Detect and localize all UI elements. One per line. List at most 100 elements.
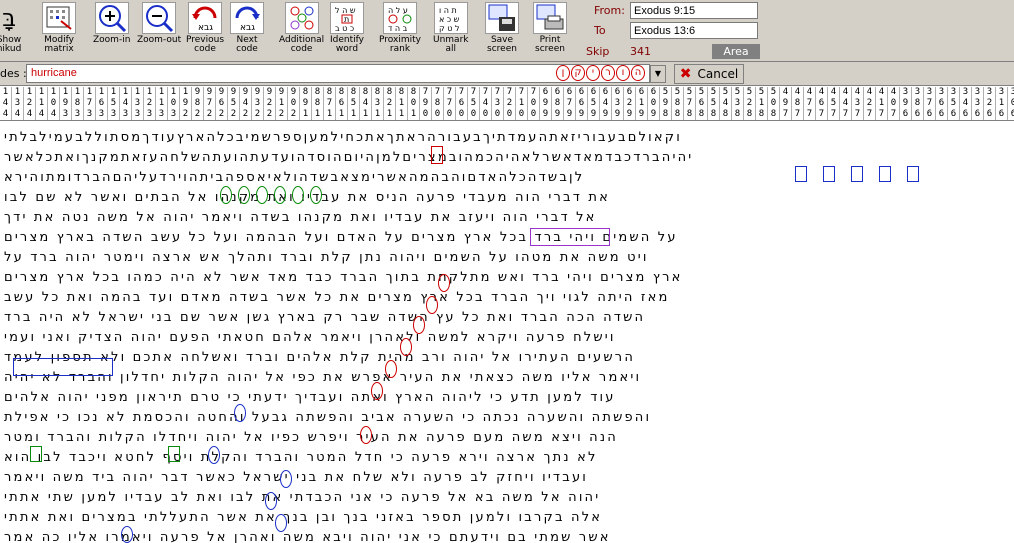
close-icon: ✖: [679, 66, 692, 82]
matrix-row[interactable]: על השמים ויהי ברד בכל ארץ מצרים על האדם …: [0, 228, 1014, 248]
svg-text:ש כ א: ש כ א: [439, 15, 460, 24]
column-number: 4 1 7: [876, 87, 888, 120]
matrix-row[interactable]: אלה בקרבו ולמען תספר באזני בנך ובן בנך א…: [0, 508, 1014, 528]
column-number: 9 5 2: [228, 87, 240, 120]
column-number: 6 0 9: [648, 87, 660, 120]
matrix-row[interactable]: את דברי הוה מעבדי פרעה הניס את עבדיו ואת…: [0, 188, 1014, 208]
column-number: 1 9 3: [60, 87, 72, 120]
code-letter-circles: ן ק י ר ו ה: [556, 65, 645, 81]
code-letter: ק: [571, 65, 585, 81]
column-number: 4 2 7: [864, 87, 876, 120]
matrix-row[interactable]: וישלח פרעה ויקרא למשה ולאהרן ויאמר אלהם …: [0, 328, 1014, 348]
column-number: 9 0 2: [288, 87, 300, 120]
matrix-row[interactable]: ויאמר אליו משה כצאתי את העיר אפרש את כפי…: [0, 368, 1014, 388]
column-number: 5 9 8: [660, 87, 672, 120]
proximity-rank-button[interactable]: ע ל ה ב ה ד Proximity rank: [379, 2, 421, 60]
codes-dropdown-button[interactable]: ▼: [650, 65, 666, 83]
previous-code-label: Previous code: [186, 35, 225, 54]
skip-value: 341: [630, 45, 651, 58]
matrix-row[interactable]: יהיהברדכבדמאדאשרלאהיהכמהובמצריםלמןהיוםהו…: [0, 148, 1014, 168]
zoom-out-button[interactable]: Zoom-out: [137, 2, 181, 60]
matrix-row[interactable]: ויט משה את מטהו על השמים ויהוה נתן קלת ו…: [0, 248, 1014, 268]
matrix-row[interactable]: ועבדיו ויחזק לב פרעה ולא שלח את בני ישרא…: [0, 468, 1014, 488]
matrix-row[interactable]: אשר שמתי בם וידעתם כי אני יהוה ויבא משה …: [0, 528, 1014, 543]
column-number: 5 1 8: [756, 87, 768, 120]
svg-text:ב ה ד: ב ה ד: [388, 24, 408, 33]
previous-code-icon: גבא: [188, 2, 223, 34]
identify-word-button[interactable]: ש ה לתכ ט ב Identify word: [330, 2, 364, 60]
column-number: 1 8 3: [72, 87, 84, 120]
column-number: 7 7 0: [444, 87, 456, 120]
matrix-row[interactable]: השדה הכה הברד ואת כל עץ השדה שבר רק בארץ…: [0, 308, 1014, 328]
matrix-row[interactable]: מאז היתה לגוי ויך הברד בכל ארץ מצרים את …: [0, 288, 1014, 308]
column-number: 6 1 9: [636, 87, 648, 120]
show-nikud-button[interactable]: בָּ Show nikud: [0, 2, 24, 60]
code-letter: י: [586, 65, 600, 81]
svg-text:גבא: גבא: [198, 23, 213, 32]
codes-label: des :: [0, 67, 27, 80]
matrix-row[interactable]: לא נתך ארצה וירא פרעה כי חדל המטר והברד …: [0, 448, 1014, 468]
matrix-row[interactable]: לןבשדהכלהאדםוהבהמהאשרימצאבשדהולאיאספהבית…: [0, 168, 1014, 188]
column-number: 9 3 2: [252, 87, 264, 120]
column-number: 3 7 6: [924, 87, 936, 120]
column-number: 7 1 0: [516, 87, 528, 120]
column-number: 8 5 1: [348, 87, 360, 120]
column-number: 8 1 1: [396, 87, 408, 120]
additional-code-label: Additional code: [279, 35, 325, 54]
column-number: 4 5 7: [828, 87, 840, 120]
column-number: 5 8 8: [672, 87, 684, 120]
column-number: 3 5 6: [948, 87, 960, 120]
previous-code-button[interactable]: גבא Previous code: [186, 2, 224, 60]
column-number: 3 6 6: [936, 87, 948, 120]
print-screen-button[interactable]: Print screen: [533, 2, 567, 60]
save-screen-button[interactable]: Save screen: [485, 2, 519, 60]
column-number: 9 6 2: [216, 87, 228, 120]
unmark-all-button[interactable]: ת ה וש כ אל ט ק Unmark all: [433, 2, 469, 60]
column-number: 1 3 3: [132, 87, 144, 120]
column-number: 7 4 0: [480, 87, 492, 120]
column-number: 1 6 3: [96, 87, 108, 120]
matrix-row[interactable]: וקאולםבעבוריזאתהעמדתיךבעבורהראתךאתכחילמע…: [0, 128, 1014, 148]
from-label: From:: [594, 4, 625, 17]
column-number: 4 3 7: [852, 87, 864, 120]
svg-text:ת: ת: [344, 15, 349, 24]
next-code-label: Next code: [236, 35, 258, 54]
column-number: 6 2 9: [624, 87, 636, 120]
column-number-header: 1 4 41 3 41 2 41 1 41 0 41 9 31 8 31 7 3…: [0, 87, 1014, 121]
zoom-in-button[interactable]: Zoom-in: [93, 2, 130, 60]
matrix-row[interactable]: הרשעים העתירו אל יהוה ורב מהית קלת אלהים…: [0, 348, 1014, 368]
matrix-row[interactable]: אל דברי הוה ויעזב את עבדיו ואת מקנהו בשד…: [0, 208, 1014, 228]
column-number: 8 8 1: [312, 87, 324, 120]
modify-matrix-icon: [42, 2, 76, 34]
column-number: 1 1 4: [36, 87, 48, 120]
column-number: 1 0 4: [48, 87, 60, 120]
unmark-all-icon: ת ה וש כ אל ט ק: [433, 2, 468, 34]
to-field[interactable]: Exodus 13:6: [630, 22, 758, 39]
modify-matrix-label: Modify matrix: [44, 35, 74, 54]
additional-code-button[interactable]: Additional code: [279, 2, 324, 60]
modify-matrix-button[interactable]: Modify matrix: [42, 2, 76, 60]
cancel-button[interactable]: ✖ Cancel: [674, 64, 744, 84]
to-label: To: [594, 24, 606, 37]
column-number: 4 7 7: [804, 87, 816, 120]
print-screen-icon: [533, 2, 567, 34]
next-code-button[interactable]: גבא Next code: [230, 2, 264, 60]
matrix-row[interactable]: הנה ויצא משה מעם פרעה את העיר ויפרש כפיו…: [0, 428, 1014, 448]
matrix-row[interactable]: ארץ מצרים ויהי ברד ואש מתלקחת בתוך הברד …: [0, 268, 1014, 288]
area-button[interactable]: Area: [712, 44, 760, 59]
column-number: 1 0 3: [168, 87, 180, 120]
zoom-out-label: Zoom-out: [137, 35, 182, 45]
column-number: 5 6 8: [696, 87, 708, 120]
column-number: 7 0 0: [528, 87, 540, 120]
column-number: 9 1 2: [276, 87, 288, 120]
zoom-in-label: Zoom-in: [93, 35, 131, 45]
matrix-row[interactable]: יהוה אל משה בא אל פרעה כי אני הכבדתי את …: [0, 488, 1014, 508]
matrix-row[interactable]: והפשתה והשערה נכתה כי השערה אביב והפשתה …: [0, 408, 1014, 428]
column-number: 1 5 3: [108, 87, 120, 120]
matrix-row[interactable]: עוד למען תדע כי ליהוה הארץ ואתה ועבדיך י…: [0, 388, 1014, 408]
show-nikud-label: Show nikud: [0, 35, 22, 54]
from-field[interactable]: Exodus 9:15: [630, 2, 758, 19]
column-number: 3 4 6: [960, 87, 972, 120]
matrix-row[interactable]: תחאיווהבקברלפאותושייוהבםהדהאותהםיגלוהיהנ…: [0, 124, 1014, 128]
letter-matrix: אשר שמתי בם וידעתם כי אני יהוה ויבא משה …: [0, 124, 1014, 543]
